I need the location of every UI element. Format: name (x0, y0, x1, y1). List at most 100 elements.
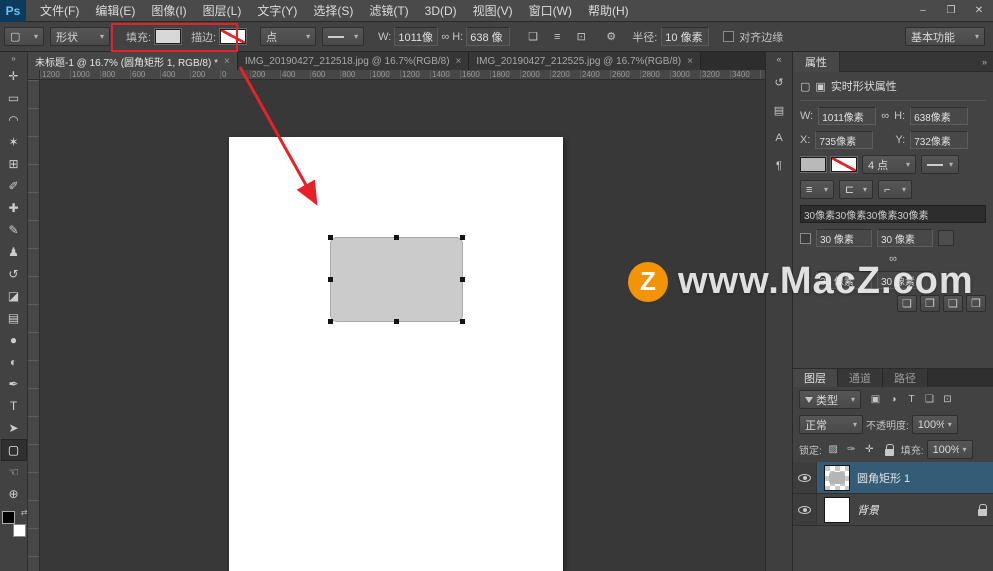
layer-name[interactable]: 背景 (857, 502, 879, 518)
stroke-corner-option[interactable]: ⌐ (878, 180, 912, 199)
shape-stroke-swatch[interactable] (831, 157, 857, 172)
crop-tool[interactable]: ⊞ (1, 153, 27, 175)
document-tab[interactable]: IMG_20190427_212518.jpg @ 16.7%(RGB/8) × (237, 52, 470, 70)
menu-item[interactable]: 窗口(W) (521, 0, 580, 22)
close-button[interactable]: ✕ (965, 0, 993, 22)
anchor-handle[interactable] (394, 235, 399, 240)
tool-mode-select[interactable]: 形状 (50, 27, 110, 46)
filter-type-layers-icon[interactable]: T (903, 391, 920, 408)
stroke-align-option[interactable]: ≡ (800, 180, 834, 199)
layers-tab[interactable]: 路径 (883, 369, 928, 387)
menu-item[interactable]: 帮助(H) (580, 0, 637, 22)
link-wh-icon[interactable]: ∞ (881, 110, 889, 122)
gear-button[interactable]: ⚙ (600, 27, 622, 47)
zoom-tool[interactable]: ⊕ (1, 483, 27, 505)
tool-preset-picker[interactable]: ▢ (4, 27, 44, 46)
menu-item[interactable]: 编辑(E) (87, 0, 143, 22)
shape-y-field[interactable]: 732像素 (910, 131, 969, 149)
shape-height-field[interactable]: 638像素 (910, 107, 969, 125)
tab-close-icon[interactable]: × (224, 56, 230, 67)
properties-title-tab[interactable]: 属性 (793, 52, 840, 72)
layer-visibility-toggle[interactable] (793, 494, 817, 525)
fill-opacity-select[interactable]: 100% (926, 440, 973, 459)
lock-all-button[interactable] (881, 441, 898, 458)
properties-action-button-4[interactable]: ❒ (966, 295, 986, 312)
filter-pixel-layers-icon[interactable]: ▣ (867, 391, 884, 408)
filter-smart-objects-icon[interactable]: ⊡ (939, 391, 956, 408)
brush-tool[interactable]: ✎ (1, 219, 27, 241)
background-color-swatch[interactable] (12, 524, 26, 537)
radius-icon-box[interactable] (938, 230, 954, 246)
width-field[interactable]: 1011像 (394, 27, 439, 46)
menu-item[interactable]: 文字(Y) (249, 0, 305, 22)
path-operations-button[interactable]: ❑ (522, 27, 544, 47)
shape-fill-swatch[interactable] (800, 157, 826, 172)
properties-action-button-1[interactable]: ❏ (897, 295, 917, 312)
move-tool[interactable]: ✛ (1, 65, 27, 87)
layers-tab[interactable]: 通道 (838, 369, 883, 387)
menu-item[interactable]: 滤镜(T) (361, 0, 416, 22)
layer-row-rounded-rectangle[interactable]: 圆角矩形 1 (793, 462, 993, 494)
tab-close-icon[interactable]: × (687, 56, 693, 67)
align-edges-checkbox[interactable] (723, 31, 735, 42)
history-panel-icon[interactable]: ↺ (768, 72, 790, 92)
background-layer-thumbnail[interactable] (824, 496, 850, 523)
healing-brush-tool[interactable]: ✚ (1, 197, 27, 219)
menu-item[interactable]: 图层(L) (195, 0, 250, 22)
shape-stroke-width-select[interactable]: 4 点 (862, 155, 916, 174)
stroke-type-select[interactable] (322, 27, 365, 46)
radius-bottom-right-field[interactable]: 30 像素 (877, 271, 933, 289)
eyedropper-tool[interactable]: ✐ (1, 175, 27, 197)
lock-image-pixels-button[interactable]: ✑ (843, 441, 860, 458)
minimize-button[interactable]: – (909, 0, 937, 22)
link-radius-icon[interactable]: ∞ (889, 253, 897, 265)
radius-bottom-left-field[interactable]: 30 像素 (816, 271, 872, 289)
layer-filter-select[interactable]: 类型 (799, 390, 861, 409)
toolbar-collapse-icon[interactable]: » (0, 52, 27, 65)
ruler-corner[interactable] (28, 70, 40, 80)
properties-action-button-2[interactable]: ❐ (920, 295, 940, 312)
layer-row-background[interactable]: 背景 (793, 494, 993, 526)
properties-action-button-3[interactable]: ❑ (943, 295, 963, 312)
anchor-handle[interactable] (394, 319, 399, 324)
workspace-switcher[interactable]: 基本功能 (905, 27, 985, 46)
link-dimensions-icon[interactable]: ∞ (441, 31, 449, 43)
shape-x-field[interactable]: 735像素 (815, 131, 874, 149)
gradient-tool[interactable]: ▤ (1, 307, 27, 329)
anchor-handle[interactable] (328, 319, 333, 324)
dodge-tool[interactable]: ◐ (1, 351, 27, 373)
radius-checkbox[interactable] (800, 232, 811, 244)
swap-colors-icon[interactable]: ⇄ (21, 508, 28, 517)
blend-mode-select[interactable]: 正常 (799, 415, 863, 434)
menu-item[interactable]: 选择(S) (305, 0, 361, 22)
tab-close-icon[interactable]: × (456, 56, 462, 67)
pen-tool[interactable]: ✒ (1, 373, 27, 395)
panel-collapse-icon[interactable]: » (982, 57, 993, 67)
quick-selection-tool[interactable]: ✶ (1, 131, 27, 153)
radius-summary-field[interactable]: 30像素30像素30像素30像素 (800, 205, 986, 223)
radius-top-right-field[interactable]: 30 像素 (877, 229, 933, 247)
menu-item[interactable]: 3D(D) (417, 0, 465, 22)
restore-button[interactable]: ❐ (937, 0, 965, 22)
stroke-color-swatch[interactable] (220, 29, 247, 44)
foreground-color-swatch[interactable] (1, 511, 15, 524)
anchor-handle[interactable] (460, 277, 465, 282)
path-selection-tool[interactable]: ➤ (1, 417, 27, 439)
filter-shape-layers-icon[interactable]: ❑ (921, 391, 938, 408)
shape-tool[interactable]: ▢ (0, 439, 27, 461)
type-tool[interactable]: T (1, 395, 27, 417)
menu-item[interactable]: 图像(I) (143, 0, 194, 22)
lock-transparent-pixels-button[interactable]: ▨ (825, 441, 842, 458)
document-page[interactable] (229, 137, 563, 571)
info-panel-icon[interactable]: ▤ (768, 100, 790, 120)
dock-expand-icon[interactable]: « (766, 52, 792, 66)
stroke-cap-option[interactable]: ⊏ (839, 180, 873, 199)
opacity-select[interactable]: 100% (911, 415, 958, 434)
fill-color-swatch[interactable] (155, 29, 182, 44)
anchor-handle[interactable] (460, 319, 465, 324)
stroke-width-select[interactable]: 点 (260, 27, 317, 46)
path-arrange-button[interactable]: ⊡ (570, 27, 592, 47)
menu-item[interactable]: 视图(V) (465, 0, 521, 22)
layer-visibility-toggle[interactable] (793, 462, 817, 493)
lasso-tool[interactable]: ◠ (1, 109, 27, 131)
